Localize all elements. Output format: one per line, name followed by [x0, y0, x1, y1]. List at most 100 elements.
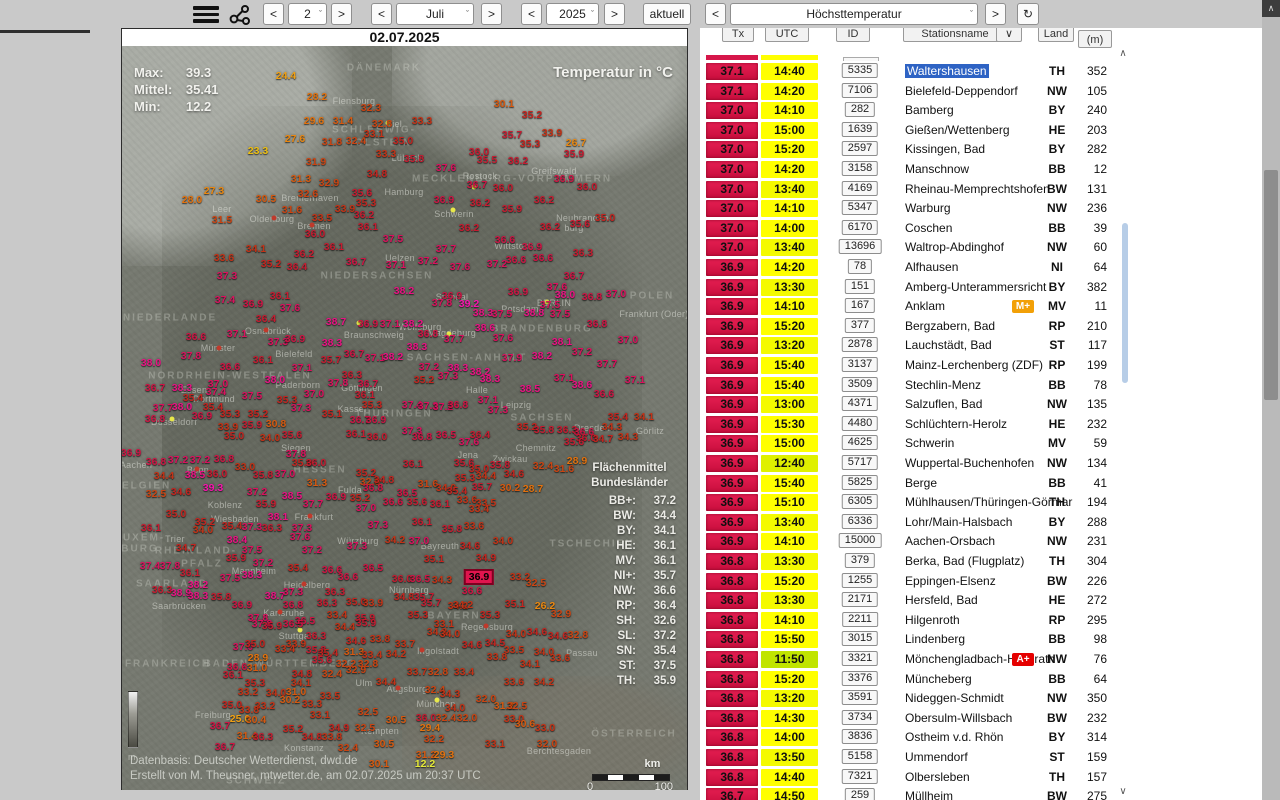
table-scrollbar-thumb[interactable]	[1122, 223, 1128, 383]
station-id-button[interactable]: 3137	[841, 357, 879, 372]
station-name[interactable]: Eppingen-Elsenz	[905, 574, 996, 588]
header-id[interactable]: ID	[836, 28, 870, 42]
header-land[interactable]: Land	[1038, 28, 1074, 42]
table-row[interactable]: 36.9 15:40 3509 Stechlin-Menz BB 78	[700, 376, 1130, 395]
station-name[interactable]: Mainz-Lerchenberg (ZDF)	[905, 358, 1043, 372]
header-elevation[interactable]: (m)	[1078, 30, 1112, 48]
station-name[interactable]: Aachen-Orsbach	[905, 534, 995, 548]
table-row[interactable]: 36.8 11:50 3321 Mönchengladbach-Hilderath A+…	[700, 650, 1130, 669]
station-name[interactable]: Manschnow	[905, 162, 969, 176]
day-prev-button[interactable]: <	[263, 3, 284, 25]
table-row[interactable]: 37.0 13:40 4169 Rheinau-Memprechtshofen BW 13…	[700, 180, 1130, 199]
station-name[interactable]: Coschen	[905, 221, 952, 235]
station-id-button[interactable]: 78	[847, 259, 873, 274]
table-row[interactable]: 36.8 14:00 3836 Ostheim v.d. Rhön BY 314	[700, 728, 1130, 747]
year-select[interactable]: 2025 ˇ	[546, 3, 599, 25]
year-next-button[interactable]: >	[604, 3, 625, 25]
table-row[interactable]: 36.9 14:10 167 Anklam M+ MV 11	[700, 297, 1130, 316]
table-row[interactable]: 36.8 15:50 3015 Lindenberg BB 98	[700, 630, 1130, 649]
table-row[interactable]: 37.0 13:40 13696 Waltrop-Abdinghof NW 60	[700, 238, 1130, 257]
table-row[interactable]: 36.9 15:20 377 Bergzabern, Bad RP 210	[700, 317, 1130, 336]
header-tx[interactable]: Tx	[722, 28, 754, 42]
table-row[interactable]: 36.9 14:20 78 Alfhausen NI 64	[700, 258, 1130, 277]
station-name[interactable]: Ostheim v.d. Rhön	[905, 730, 1003, 744]
temperature-map[interactable]: Max: Mittel: Min: 39.3 35.41 12.2 Temperatur…	[122, 46, 687, 790]
station-name[interactable]: Ummendorf	[905, 750, 968, 764]
station-name[interactable]: Nideggen-Schmidt	[905, 691, 1004, 705]
station-id-button[interactable]: 7106	[841, 82, 879, 98]
table-row[interactable]: 36.9 13:20 2878 Lauchstädt, Bad ST 117	[700, 336, 1130, 355]
station-name[interactable]: Waltrop-Abdinghof	[905, 240, 1004, 254]
station-name[interactable]: Waltershausen	[905, 64, 989, 78]
station-id-button[interactable]: 1639	[841, 121, 879, 137]
station-id-button[interactable]: 3158	[841, 161, 879, 176]
table-row[interactable]: 36.8 14:10 2211 Hilgenroth RP 295	[700, 611, 1130, 630]
station-name[interactable]: Anklam	[905, 299, 945, 313]
table-row[interactable]: 37.0 14:20 3158 Manschnow BB 12	[700, 160, 1130, 179]
station-name[interactable]: Lohr/Main-Halsbach	[905, 515, 1012, 529]
station-id-button[interactable]: 151	[844, 278, 876, 294]
aktuell-button[interactable]: aktuell	[643, 3, 691, 25]
table-row[interactable]: 37.0 14:00 6170 Coschen BB 39	[700, 219, 1130, 238]
scrollbar-up-arrow[interactable]: ∧	[1262, 0, 1280, 17]
year-prev-button[interactable]: <	[521, 3, 542, 25]
table-row[interactable]: 36.9 15:10 6305 Mühlhausen/Thüringen-Görmar…	[700, 493, 1130, 512]
station-id-button[interactable]: 282	[844, 102, 876, 118]
station-id-button[interactable]: 5347	[841, 200, 879, 216]
station-name[interactable]: Olbersleben	[905, 770, 970, 784]
station-name[interactable]: Warburg	[905, 201, 951, 215]
station-name[interactable]: Rheinau-Memprechtshofen	[905, 182, 1050, 196]
station-name[interactable]: Hersfeld, Bad	[905, 593, 978, 607]
table-row[interactable]: 36.8 14:30 3734 Obersulm-Willsbach BW 232	[700, 709, 1130, 728]
table-row[interactable]: 36.9 13:00 4371 Salzuflen, Bad NW 135	[700, 395, 1130, 414]
station-name[interactable]: Bergzabern, Bad	[905, 319, 995, 333]
table-row[interactable]: 36.8 14:40 7321 Olbersleben TH 157	[700, 768, 1130, 787]
station-id-button[interactable]: 2171	[841, 592, 879, 608]
table-row[interactable]: 36.7 14:50 259 Müllheim BW 275	[700, 787, 1130, 800]
header-stationsname[interactable]: Stationsname	[903, 28, 1007, 42]
month-select[interactable]: Juli ˇ	[396, 3, 474, 25]
station-name[interactable]: Kissingen, Bad	[905, 142, 985, 156]
header-utc[interactable]: UTC	[765, 28, 809, 42]
table-row[interactable]: 36.8 13:30 2171 Hersfeld, Bad HE 272	[700, 591, 1130, 610]
station-name[interactable]: Obersulm-Willsbach	[905, 711, 1012, 725]
station-id-button[interactable]: 6336	[841, 513, 879, 529]
station-name[interactable]: Bamberg	[905, 103, 954, 117]
station-id-button[interactable]: 5335	[841, 63, 879, 78]
station-name[interactable]: Alfhausen	[905, 260, 958, 274]
table-row[interactable]: 36.9 12:40 5717 Wuppertal-Buchenhofen NW 134	[700, 454, 1130, 473]
station-id-button[interactable]: 2878	[841, 337, 879, 353]
mode-next-button[interactable]: >	[985, 3, 1006, 25]
table-row[interactable]: 36.9 14:10 15000 Aachen-Orsbach NW 231	[700, 532, 1130, 551]
station-id-button[interactable]: 3509	[841, 376, 879, 392]
table-scroll-down-icon[interactable]: ∨	[1116, 786, 1130, 797]
table-row[interactable]: 36.9 13:30 151 Amberg-Unterammersricht BY 382	[700, 278, 1130, 297]
station-id-button[interactable]: 3591	[841, 690, 879, 706]
selected-station-marker[interactable]: 36.9	[463, 569, 495, 585]
mode-select[interactable]: Höchsttemperatur ˇ	[730, 3, 978, 25]
table-row[interactable]: 37.0 14:10 5347 Warburg NW 236	[700, 199, 1130, 218]
station-name[interactable]: Lindenberg	[905, 632, 965, 646]
station-name[interactable]: Amberg-Unterammersricht	[905, 280, 1046, 294]
station-id-button[interactable]: 3734	[841, 709, 879, 725]
station-id-button[interactable]: 5717	[841, 455, 879, 470]
station-name[interactable]: Gießen/Wettenberg	[905, 123, 1010, 137]
table-row[interactable]: 36.9 15:40 5825 Berge BB 41	[700, 474, 1130, 493]
table-row[interactable]: 36.8 15:20 3376 Müncheberg BB 64	[700, 670, 1130, 689]
station-id-button[interactable]: 3015	[841, 631, 879, 647]
table-row[interactable]: 36.9 15:30 4480 Schlüchtern-Herolz HE 232	[700, 415, 1130, 434]
station-id-button[interactable]: 4169	[841, 180, 879, 196]
share-icon[interactable]	[228, 4, 252, 31]
window-scrollbar[interactable]: ∧	[1262, 0, 1280, 800]
station-name[interactable]: Salzuflen, Bad	[905, 397, 982, 411]
day-select[interactable]: 2ˇ	[288, 3, 327, 25]
table-row[interactable]: 37.0 15:00 1639 Gießen/Wettenberg HE 203	[700, 121, 1130, 140]
station-name[interactable]: Schwerin	[905, 436, 954, 450]
table-row[interactable]: 37.0 14:10 282 Bamberg BY 240	[700, 101, 1130, 120]
station-name[interactable]: Schlüchtern-Herolz	[905, 417, 1007, 431]
month-prev-button[interactable]: <	[371, 3, 392, 25]
station-id-button[interactable]: 3836	[841, 729, 879, 745]
station-name[interactable]: Berka, Bad (Flugplatz)	[905, 554, 1024, 568]
mode-prev-button[interactable]: <	[705, 3, 726, 25]
station-id-button[interactable]: 4371	[841, 396, 879, 412]
